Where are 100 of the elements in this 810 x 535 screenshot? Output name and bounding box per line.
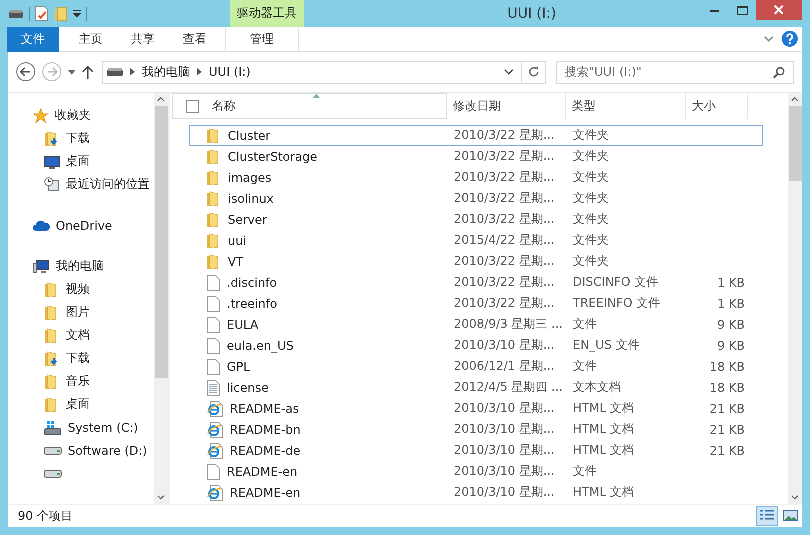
file-name: isolinux	[228, 192, 274, 206]
file-row[interactable]: .treeinfo 2010/3/22 星期... TREEINFO 文件 1 KB	[189, 293, 763, 314]
recent-locations-icon[interactable]	[68, 70, 76, 74]
file-tab[interactable]: 文件	[7, 26, 59, 52]
folder-icon	[207, 128, 221, 144]
close-button[interactable]	[756, 0, 802, 20]
folder-icon	[207, 170, 221, 186]
file-name: .discinfo	[227, 276, 278, 290]
type-cell: EN_US 文件	[573, 337, 640, 354]
breadcrumb[interactable]: 我的电脑	[142, 64, 190, 80]
window-title: UUI (I:)	[506, 6, 558, 22]
breadcrumb[interactable]: UUI (I:)	[209, 65, 251, 79]
file-name: README-de	[230, 444, 301, 458]
date-cell: 2010/3/22 星期...	[454, 274, 555, 291]
date-cell: 2010/3/10 星期...	[454, 400, 555, 417]
size-cell: 9 KB	[717, 318, 745, 332]
select-all-checkbox[interactable]	[186, 100, 199, 112]
up-icon[interactable]	[82, 66, 94, 78]
folder-icon	[207, 212, 221, 228]
sidebar-item[interactable]: 桌面	[8, 150, 154, 173]
sidebar-item[interactable]: 我的电脑	[8, 255, 154, 278]
size-cell: 9 KB	[717, 338, 745, 352]
column-header[interactable]: 修改日期	[447, 93, 566, 119]
sidebar-item[interactable]: 桌面	[8, 393, 154, 416]
file-row[interactable]: images 2010/3/22 星期... 文件夹	[189, 167, 763, 188]
scrollbar[interactable]	[154, 93, 168, 504]
back-icon[interactable]	[16, 62, 36, 82]
file-row[interactable]: README-en 2010/3/10 星期... HTML 文档	[189, 482, 763, 503]
file-row[interactable]: isolinux 2010/3/22 星期... 文件夹	[189, 188, 763, 209]
scroll-up-icon[interactable]	[791, 97, 799, 102]
scroll-down-icon[interactable]	[791, 495, 799, 500]
sidebar-item[interactable]: 文档	[8, 324, 154, 347]
dropdown-icon[interactable]	[504, 69, 514, 75]
maximize-icon	[736, 6, 748, 14]
ribbon-tab[interactable]: 查看	[169, 26, 221, 52]
date-cell: 2010/3/22 星期...	[454, 169, 555, 186]
type-cell: 文件	[573, 316, 597, 333]
file-row[interactable]: Cluster 2010/3/22 星期... 文件夹	[189, 125, 763, 146]
file-name: GPL	[227, 360, 250, 374]
file-row[interactable]: README-en 2010/3/10 星期... 文件	[189, 461, 763, 482]
column-header[interactable]: 大小	[686, 93, 748, 119]
expand-ribbon-icon[interactable]	[764, 36, 774, 42]
details-view-button[interactable]	[756, 506, 778, 526]
refresh-icon[interactable]	[528, 66, 540, 78]
file-name: README-bn	[230, 422, 301, 436]
file-row[interactable]: ClusterStorage 2010/3/22 星期... 文件夹	[189, 146, 763, 167]
scroll-thumb[interactable]	[154, 106, 168, 378]
scroll-thumb[interactable]	[788, 106, 802, 181]
drive-icon[interactable]	[8, 8, 24, 18]
file-row[interactable]: Server 2010/3/22 星期... 文件夹	[189, 209, 763, 230]
type-cell: DISCINFO 文件	[573, 274, 658, 291]
address-bar[interactable]: 我的电脑 UUI (I:)	[102, 60, 546, 84]
file-row[interactable]: GPL 2006/12/1 星期... 文件 18 KB	[189, 356, 763, 377]
web-page-icon	[207, 484, 223, 500]
file-row[interactable]: .discinfo 2010/3/22 星期... DISCINFO 文件 1 KB	[189, 272, 763, 293]
file-row[interactable]: uui 2015/4/22 星期... 文件夹	[189, 230, 763, 251]
scroll-up-icon[interactable]	[157, 97, 165, 102]
file-row[interactable]: README-de 2010/3/10 星期... HTML 文档 21 KB	[189, 440, 763, 461]
sidebar-item[interactable]: 下载	[8, 347, 154, 370]
file-row[interactable]: EULA 2008/9/3 星期三 ... 文件 9 KB	[189, 314, 763, 335]
sidebar-item[interactable]: 最近访问的位置	[8, 173, 154, 196]
web-page-icon	[207, 400, 223, 416]
file-icon	[207, 464, 220, 480]
file-row[interactable]: README-bn 2010/3/10 星期... HTML 文档 21 KB	[189, 419, 763, 440]
ribbon-tab[interactable]: 主页	[65, 26, 117, 52]
file-row[interactable]: eula.en_US 2010/3/10 星期... EN_US 文件 9 KB	[189, 335, 763, 356]
file-row[interactable]: VT 2010/3/22 星期... 文件夹	[189, 251, 763, 272]
folder-icon	[207, 232, 221, 248]
file-name: license	[227, 380, 269, 394]
sidebar-item[interactable]: 下载	[8, 127, 154, 150]
sidebar-item[interactable]: OneDrive	[8, 214, 154, 237]
folder-icon	[207, 254, 221, 270]
help-icon[interactable]	[782, 31, 798, 47]
sidebar-item[interactable]: System (C:)	[8, 416, 154, 439]
folder-icon	[207, 190, 221, 206]
sidebar-item[interactable]: 图片	[8, 301, 154, 324]
system-drive-icon	[44, 420, 62, 436]
file-row[interactable]: license 2012/4/5 星期四 ... 文本文档 18 KB	[189, 377, 763, 398]
file-row[interactable]: README-as 2010/3/10 星期... HTML 文档 21 KB	[189, 398, 763, 419]
scrollbar[interactable]	[788, 93, 802, 504]
sidebar-item[interactable]: 视频	[8, 278, 154, 301]
date-cell: 2010/3/10 星期...	[454, 463, 555, 480]
sidebar-item[interactable]: 音乐	[8, 370, 154, 393]
chevron-icon[interactable]	[197, 68, 202, 76]
file-name: uui	[228, 234, 247, 248]
sidebar-item[interactable]: Software (D:)	[8, 439, 154, 462]
drive-icon	[107, 68, 123, 76]
chevron-icon[interactable]	[130, 68, 135, 76]
details-icon	[759, 509, 775, 523]
properties-icon[interactable]	[35, 6, 49, 22]
sidebar-item[interactable]: 收藏夹	[8, 104, 154, 127]
column-header[interactable]: 名称	[172, 93, 447, 119]
scroll-down-icon[interactable]	[157, 495, 165, 500]
search-field[interactable]: 搜索"UUI (I:)"	[556, 60, 794, 84]
date-cell: 2010/3/22 星期...	[454, 211, 555, 228]
file-name: Cluster	[228, 128, 271, 142]
column-header[interactable]: 类型	[566, 93, 686, 119]
dropdown-icon[interactable]	[73, 10, 81, 18]
date-cell: 2010/3/22 星期...	[454, 127, 555, 144]
ribbon-tab[interactable]: 共享	[117, 26, 169, 52]
